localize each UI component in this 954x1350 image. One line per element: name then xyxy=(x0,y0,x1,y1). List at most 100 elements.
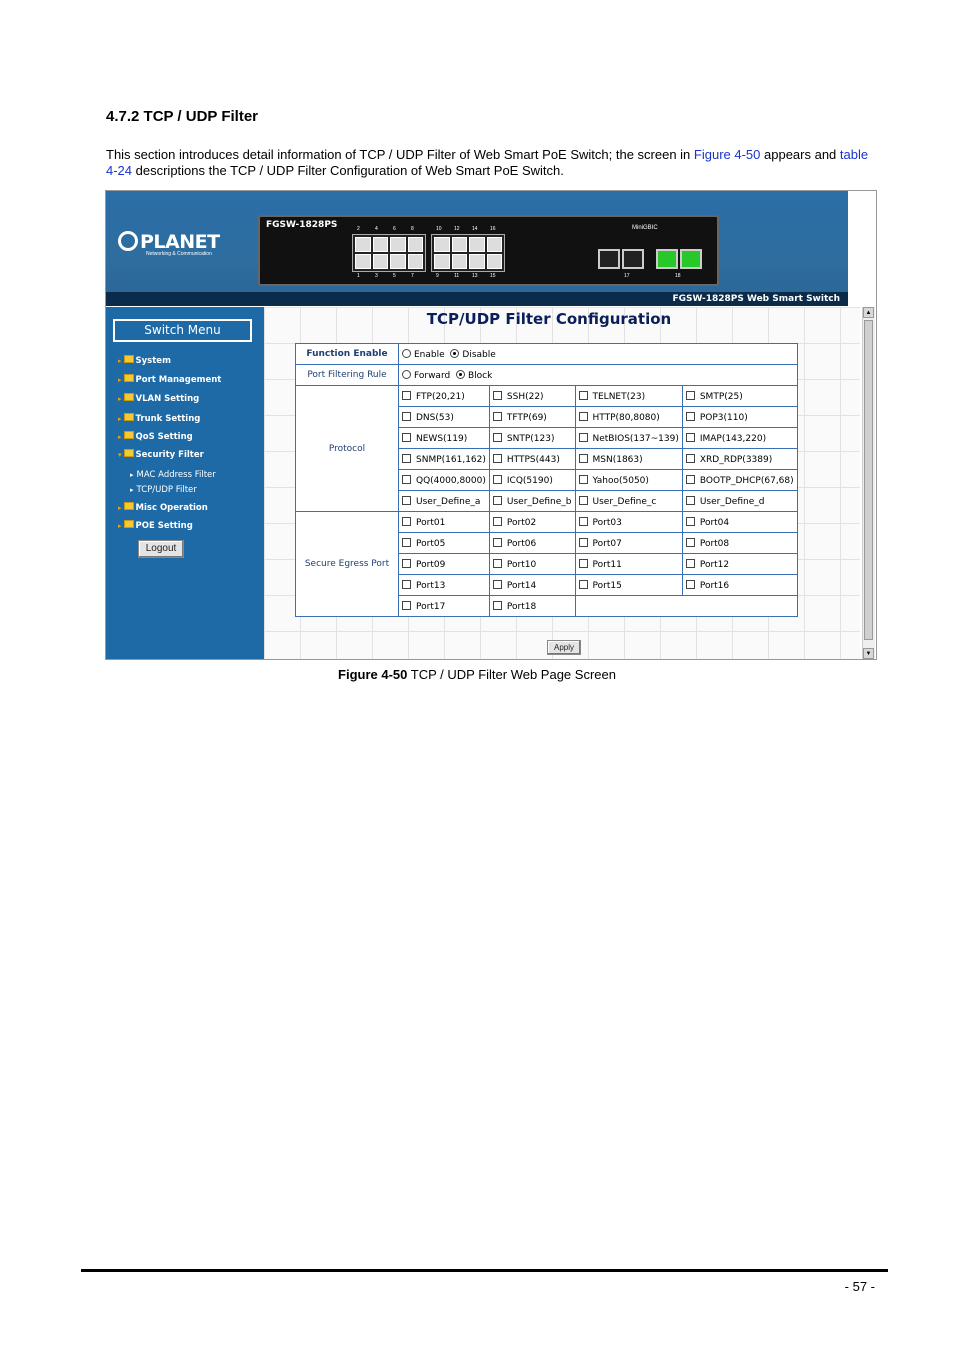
checkbox-cell: ICQ(5190) xyxy=(488,469,576,491)
checkbox[interactable] xyxy=(492,390,502,400)
checkbox-cell: IMAP(143,220) xyxy=(681,427,798,449)
checkbox-label: SMTP(25) xyxy=(699,391,743,402)
menu-item-misc-operation[interactable]: ▸ Misc Operation xyxy=(118,502,208,513)
enable-radio[interactable] xyxy=(402,348,411,358)
port-number: 10 xyxy=(436,226,442,232)
menu-item-port-management[interactable]: ▸ Port Management xyxy=(118,374,221,385)
menu-item-qos-setting[interactable]: ▸ QoS Setting xyxy=(118,431,193,442)
checkbox[interactable] xyxy=(578,411,588,421)
folder-icon xyxy=(123,413,134,421)
checkbox-label: Port05 xyxy=(416,538,446,549)
checkbox[interactable] xyxy=(402,579,411,589)
sfp-port-number: 17 xyxy=(624,273,630,279)
menu-item-vlan-setting[interactable]: ▸ VLAN Setting xyxy=(118,393,199,404)
checkbox[interactable] xyxy=(492,558,502,568)
checkbox-label: POP3(110) xyxy=(699,412,748,423)
checkbox[interactable] xyxy=(578,579,588,589)
checkbox[interactable] xyxy=(492,453,502,463)
arrow-right-icon: ▸ xyxy=(130,486,134,494)
menu-item-tcp-udp-filter[interactable]: ▸ TCP/UDP Filter xyxy=(130,485,197,495)
checkbox-label: Port02 xyxy=(506,517,537,528)
rj45-port-icon xyxy=(486,254,502,269)
checkbox[interactable] xyxy=(492,579,502,589)
checkbox[interactable] xyxy=(685,474,695,484)
rj45-port-icon xyxy=(355,254,371,269)
checkbox[interactable] xyxy=(402,537,411,547)
checkbox[interactable] xyxy=(402,600,411,610)
checkbox[interactable] xyxy=(402,516,411,526)
scroll-thumb[interactable] xyxy=(864,320,873,640)
section-heading: 4.7.2 TCP / UDP Filter xyxy=(106,108,258,125)
checkbox[interactable] xyxy=(492,474,502,484)
checkbox[interactable] xyxy=(402,495,411,505)
checkbox[interactable] xyxy=(685,537,695,547)
checkbox[interactable] xyxy=(578,537,588,547)
checkbox[interactable] xyxy=(402,474,411,484)
checkbox[interactable] xyxy=(492,600,502,610)
checkbox-label: BOOTP_DHCP(67,68) xyxy=(699,475,794,486)
checkbox[interactable] xyxy=(578,453,588,463)
checkbox-label: Port14 xyxy=(506,580,537,591)
checkbox-cell: Port10 xyxy=(488,553,576,575)
checkbox[interactable] xyxy=(492,411,502,421)
checkbox-cell: BOOTP_DHCP(67,68) xyxy=(681,469,798,491)
vertical-scrollbar[interactable]: ▲ ▼ xyxy=(862,307,875,659)
checkbox[interactable] xyxy=(578,390,588,400)
checkbox[interactable] xyxy=(578,474,588,484)
checkbox[interactable] xyxy=(402,390,411,400)
rj45-port-icon xyxy=(390,237,406,252)
checkbox-label: User_Define_b xyxy=(506,496,572,507)
menu-item-trunk-setting[interactable]: ▸ Trunk Setting xyxy=(118,413,200,424)
checkbox[interactable] xyxy=(402,411,411,421)
checkbox-cell: User_Define_b xyxy=(488,490,576,512)
rj45-port-icon xyxy=(434,254,450,269)
checkbox-label: User_Define_d xyxy=(699,496,765,507)
port-number: 2 xyxy=(357,226,360,232)
disable-radio[interactable] xyxy=(450,348,460,358)
checkbox-label: TFTP(69) xyxy=(506,412,547,423)
port-number: 5 xyxy=(393,273,396,279)
checkbox-label: ICQ(5190) xyxy=(506,475,553,486)
sfp-port-icon xyxy=(598,249,620,269)
checkbox[interactable] xyxy=(402,453,411,463)
checkbox[interactable] xyxy=(578,558,588,568)
checkbox[interactable] xyxy=(492,495,502,505)
checkbox[interactable] xyxy=(685,495,695,505)
checkbox[interactable] xyxy=(492,537,502,547)
checkbox[interactable] xyxy=(578,495,588,505)
checkbox[interactable] xyxy=(685,432,695,442)
forward-radio[interactable] xyxy=(402,369,411,379)
checkbox[interactable] xyxy=(685,453,695,463)
checkbox-label: Port13 xyxy=(416,580,446,591)
checkbox[interactable] xyxy=(402,558,411,568)
checkbox[interactable] xyxy=(685,390,695,400)
checkbox[interactable] xyxy=(685,516,695,526)
port-number: 14 xyxy=(472,226,478,232)
menu-item-poe-setting[interactable]: ▸ POE Setting xyxy=(118,520,193,531)
table-row: Port Filtering Rule Forward Block xyxy=(295,364,798,386)
menu-item-security-filter[interactable]: ▾ Security Filter xyxy=(118,449,204,460)
logout-button[interactable]: Logout xyxy=(138,540,184,558)
rj45-port-icon xyxy=(451,237,467,252)
checkbox[interactable] xyxy=(685,411,695,421)
scroll-up-icon[interactable]: ▲ xyxy=(863,307,874,318)
figure-link[interactable]: Figure 4-50 xyxy=(694,147,760,162)
checkbox[interactable] xyxy=(492,432,502,442)
sidebar: Switch Menu ▸ System ▸ Port Management ▸ VL… xyxy=(106,307,264,659)
checkbox[interactable] xyxy=(685,579,695,589)
scroll-down-icon[interactable]: ▼ xyxy=(863,648,874,659)
menu-item-system[interactable]: ▸ System xyxy=(118,355,171,366)
checkbox[interactable] xyxy=(492,516,502,526)
menu-item-mac-address-filter[interactable]: ▸ MAC Address Filter xyxy=(130,470,216,480)
checkbox[interactable] xyxy=(578,432,588,442)
apply-button[interactable]: Apply xyxy=(547,640,581,655)
checkbox-cell: TELNET(23) xyxy=(574,385,683,407)
port-number: 15 xyxy=(490,273,496,279)
checkbox[interactable] xyxy=(685,558,695,568)
checkbox[interactable] xyxy=(402,432,411,442)
arrow-right-icon: ▸ xyxy=(118,415,122,423)
block-radio[interactable] xyxy=(455,369,465,379)
checkbox-cell: Port11 xyxy=(574,553,683,575)
checkbox[interactable] xyxy=(578,516,588,526)
rj45-port-icon xyxy=(407,237,423,252)
